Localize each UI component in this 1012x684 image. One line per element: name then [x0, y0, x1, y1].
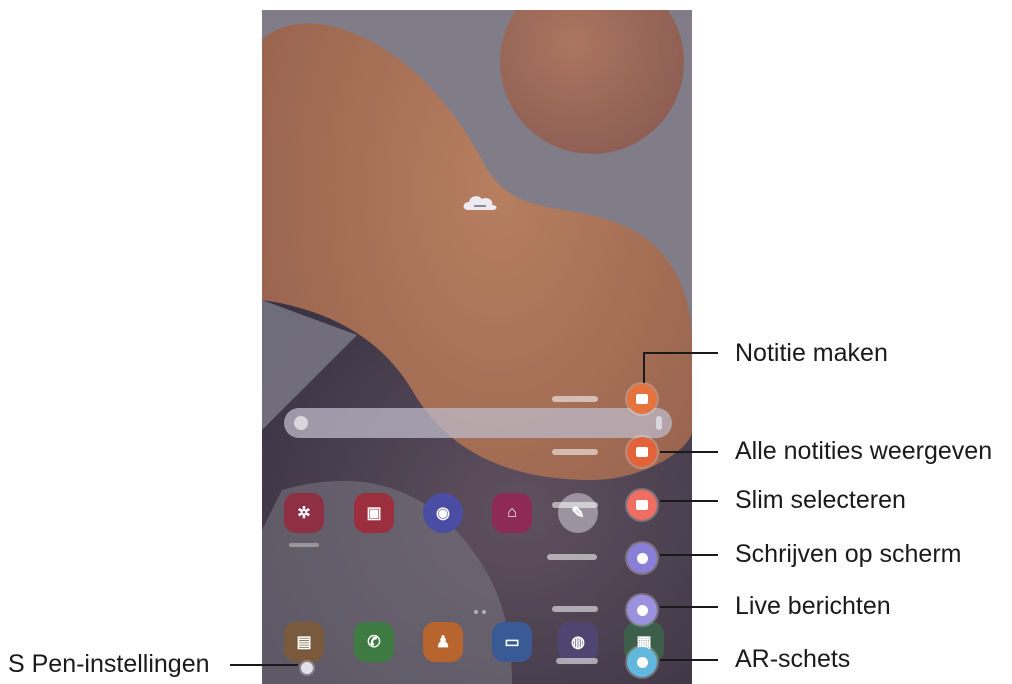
gallery-app-icon[interactable]: ▣ — [354, 493, 394, 533]
callout-create-note: Notitie maken — [735, 339, 888, 367]
ar-doodle-label — [556, 658, 598, 664]
view-all-notes-label — [552, 449, 598, 455]
settings-app-icon[interactable]: ✲ — [284, 493, 324, 533]
screen-dim-overlay — [262, 10, 692, 684]
callout-leader — [660, 606, 718, 608]
note-pencil-icon — [636, 394, 648, 404]
smart-select-label — [552, 502, 598, 508]
notes-dock-icon[interactable]: ▤ — [284, 622, 324, 662]
mic-icon[interactable] — [656, 416, 662, 430]
search-bar[interactable] — [284, 408, 672, 438]
phone-dock-icon[interactable]: ✆ — [354, 622, 394, 662]
folder-app-icon[interactable]: ✎ — [558, 493, 598, 533]
view-all-notes-button[interactable] — [627, 437, 657, 467]
page-indicator — [474, 601, 496, 614]
callout-leader — [660, 554, 718, 556]
callout-leader — [230, 664, 298, 666]
pen-settings-icon[interactable] — [301, 662, 313, 674]
internet-dock-icon[interactable]: ◍ — [558, 622, 598, 662]
live-messages-label — [552, 606, 598, 612]
app-label — [289, 543, 319, 547]
cloud-icon — [463, 196, 497, 210]
screen-write-icon — [636, 552, 648, 564]
ar-doodle-icon — [636, 656, 648, 668]
callout-view-all-notes: Alle notities weergeven — [735, 437, 993, 465]
camera-app-icon[interactable]: ◉ — [423, 493, 463, 533]
screen-write-button[interactable] — [627, 543, 657, 573]
contacts-dock-icon[interactable]: ♟ — [423, 622, 463, 662]
screen-write-label — [547, 554, 597, 560]
create-note-button[interactable] — [627, 384, 657, 414]
callout-leader — [660, 659, 718, 661]
tablet-screen: ✲ ▣ ◉ ⌂ ✎ ▤ ✆ ♟ ▭ ◍ ▦ — [262, 10, 692, 684]
callout-live-messages: Live berichten — [735, 592, 891, 620]
notes-list-icon — [636, 447, 648, 457]
smart-select-button[interactable] — [627, 490, 657, 520]
callout-leader — [660, 500, 718, 502]
store-app-icon[interactable]: ⌂ — [492, 493, 532, 533]
smart-select-icon — [636, 500, 648, 510]
callout-ar-doodle: AR-schets — [735, 645, 851, 673]
live-messages-button[interactable] — [627, 595, 657, 625]
google-icon — [294, 416, 308, 430]
callout-leader — [660, 451, 718, 453]
ar-doodle-button[interactable] — [627, 647, 657, 677]
callout-smart-select: Slim selecteren — [735, 486, 906, 514]
callout-pen-settings: S Pen-instellingen — [8, 650, 210, 678]
messages-dock-icon[interactable]: ▭ — [492, 622, 532, 662]
live-message-icon — [636, 604, 648, 616]
callout-screen-write: Schrijven op scherm — [735, 540, 962, 568]
callout-leader — [643, 353, 645, 383]
callout-leader — [643, 352, 718, 354]
create-note-label — [552, 396, 598, 402]
